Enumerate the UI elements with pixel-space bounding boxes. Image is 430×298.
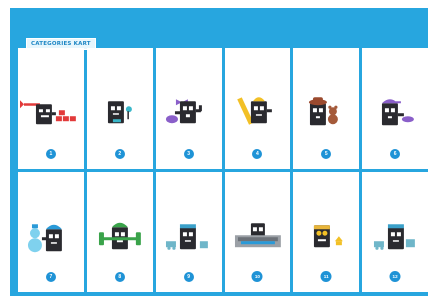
card-number-badge: 3 — [183, 148, 194, 159]
card-12[interactable]: 12 — [362, 171, 428, 292]
card-number-badge: 7 — [45, 272, 56, 282]
card-number-badge: 1 — [45, 148, 56, 159]
card-number-badge: 9 — [183, 272, 194, 282]
card-4[interactable]: 4 — [224, 48, 291, 169]
card-1[interactable]: 1 — [18, 48, 84, 169]
card-6[interactable]: 6 — [362, 48, 428, 169]
card-3[interactable]: 3 — [155, 48, 222, 169]
card-2[interactable]: 2 — [86, 48, 153, 169]
card-number-badge: 2 — [114, 148, 125, 159]
card-8[interactable]: 8 — [86, 171, 153, 292]
card-number-badge: 11 — [320, 271, 332, 282]
card-7[interactable]: 7 — [18, 171, 84, 292]
card-11[interactable]: 11 — [293, 171, 360, 292]
card-number-badge: 10 — [251, 271, 263, 282]
card-number-badge: 12 — [389, 271, 401, 282]
card-number-badge: 4 — [252, 148, 263, 159]
card-grid: 1 2 3 4 5 6 7 8 9 10 11 12 — [18, 48, 428, 292]
card-10[interactable]: 10 — [224, 171, 291, 292]
card-number-badge: 8 — [114, 272, 125, 282]
card-number-badge: 5 — [321, 148, 332, 159]
card-5[interactable]: 5 — [293, 48, 360, 169]
card-9[interactable]: 9 — [155, 171, 222, 292]
card-number-badge: 6 — [390, 148, 401, 159]
